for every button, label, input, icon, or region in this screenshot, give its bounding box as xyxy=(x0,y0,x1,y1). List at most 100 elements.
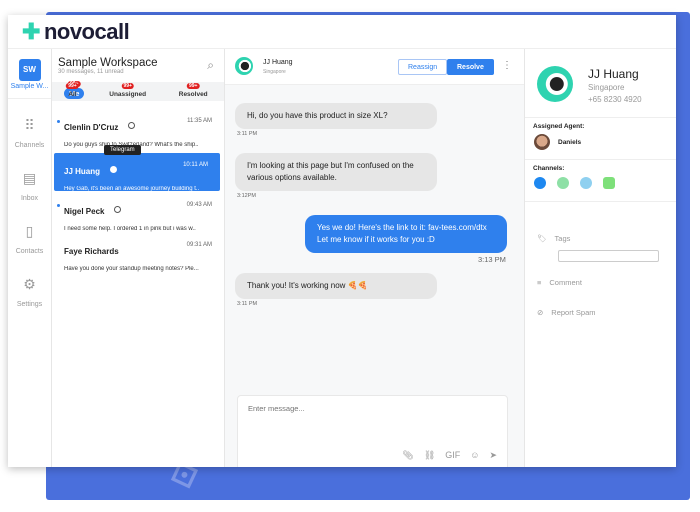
tab-badge: 99+ xyxy=(186,83,200,89)
telegram-icon[interactable] xyxy=(110,166,118,174)
tag-icon: 🏷︎ xyxy=(537,234,547,243)
send-icon[interactable]: ➤ xyxy=(489,450,497,461)
gear-icon: ⚙ xyxy=(23,276,36,292)
channel-icons xyxy=(525,172,676,194)
emoji-icon[interactable]: ☺ xyxy=(470,450,479,461)
message-time: 3:11 PM xyxy=(237,131,258,137)
workspace-avatar: SW xyxy=(18,59,41,81)
contact-name: Nigel Peck xyxy=(64,207,105,216)
messenger-icon[interactable] xyxy=(534,177,546,189)
tab-label: All xyxy=(68,91,77,98)
composer-toolbar: 📎︎ ⛓︎ GIF ☺ ➤ xyxy=(402,450,497,461)
tags-label: Tags xyxy=(554,234,571,243)
logo-icon: ✚ xyxy=(22,18,40,44)
book-icon: ▯ xyxy=(25,223,34,239)
top-bar: ✚ novocall xyxy=(8,15,676,49)
gif-button[interactable]: GIF xyxy=(445,450,460,461)
list-header: Sample Workspace 30 messages, 11 unread … xyxy=(52,49,224,82)
logo-text: novocall xyxy=(43,18,130,44)
rail-item-contacts[interactable]: ▯ Contacts xyxy=(8,223,51,258)
incoming-message: I'm looking at this page but I'm confuse… xyxy=(235,153,437,191)
conversation-item-selected[interactable]: Telegram JJ Huang 10:11 AM Hey Gab, it's be… xyxy=(54,145,220,192)
rail-label: Inbox xyxy=(20,195,39,202)
contact-name: JJ Huang xyxy=(64,167,101,176)
contact-details-panel: JJ Huang Singapore +65 8230 4920 Assigne… xyxy=(525,49,676,467)
link-icon[interactable]: ⛓︎ xyxy=(424,450,435,461)
assigned-agent-label: Assigned Agent: xyxy=(533,123,585,130)
filter-tabs: 99+Me 99+All 99+Unassigned 99+Resolved xyxy=(52,81,224,101)
logo: ✚ novocall xyxy=(22,18,130,45)
incoming-message: Hi, do you have this product in size XL? xyxy=(235,103,437,129)
tab-resolved[interactable]: 99+ Resolved xyxy=(174,83,213,99)
icon-rail: SW Sample W... ⠿ Channels ▤ Inbox ▯ Contact… xyxy=(8,49,52,467)
search-icon[interactable]: ⌕ xyxy=(207,58,214,73)
tab-badge: 99+ xyxy=(66,83,79,89)
message-input[interactable] xyxy=(248,404,488,413)
message-count: 30 messages, 11 unread xyxy=(58,69,124,75)
contact-name: Clenlin D'Cruz xyxy=(64,123,119,132)
tags-action[interactable]: 🏷︎ Tags xyxy=(537,234,570,243)
channel-icon xyxy=(128,122,136,130)
tab-all[interactable]: 99+ All xyxy=(63,83,81,99)
agent-avatar xyxy=(534,134,550,150)
tab-badge: 99+ xyxy=(121,83,134,89)
more-options-icon[interactable]: ⋮ xyxy=(502,60,512,71)
message-preview: Hey Gab, it's been an awesome journey bu… xyxy=(64,186,200,192)
message-preview: Have you done your standup meeting notes… xyxy=(64,266,199,272)
timestamp: 09:31 AM xyxy=(186,242,212,248)
paperclip-icon[interactable]: 📎︎ xyxy=(402,450,413,461)
block-icon: ⊘ xyxy=(537,308,544,317)
whatsapp-icon[interactable] xyxy=(557,177,569,189)
channels-section: Channels: xyxy=(525,159,676,194)
profile-avatar xyxy=(537,66,573,102)
unread-dot xyxy=(57,204,60,207)
grid-icon: ⠿ xyxy=(24,117,35,133)
message-time: 3:13 PM xyxy=(478,255,506,264)
comment-label: Comment xyxy=(549,278,582,287)
agent-name: Daniels xyxy=(558,138,582,146)
reassign-button[interactable]: Reassign xyxy=(398,59,448,75)
rail-item-inbox[interactable]: ▤ Inbox xyxy=(8,170,51,205)
channel-icon xyxy=(114,206,122,214)
resolve-button[interactable]: Resolve xyxy=(447,59,494,75)
outgoing-message: Yes we do! Here's the link to it: fav-te… xyxy=(305,215,507,253)
rail-item-settings[interactable]: ⚙ Settings xyxy=(8,276,51,311)
tooltip: Telegram xyxy=(104,145,141,155)
line-icon[interactable] xyxy=(603,177,615,189)
tab-label: Resolved xyxy=(178,91,208,98)
comment-action[interactable]: ≡ Comment xyxy=(537,278,582,287)
workspace-switcher[interactable]: SW Sample W... xyxy=(8,59,51,99)
message-time: 3:12PM xyxy=(237,193,256,199)
rail-label: Channels xyxy=(14,142,45,149)
profile-location: Singapore xyxy=(588,83,625,92)
message-time: 3:11 PM xyxy=(237,301,258,307)
contact-avatar xyxy=(235,57,253,75)
tab-unassigned[interactable]: 99+ Unassigned xyxy=(104,83,151,99)
unread-dot xyxy=(57,120,60,123)
incoming-message: Thank you! It's working now 🍕🍕 xyxy=(235,273,437,299)
tab-label: Unassigned xyxy=(109,91,147,98)
report-spam-action[interactable]: ⊘ Report Spam xyxy=(537,308,595,317)
comment-icon: ≡ xyxy=(537,278,542,287)
chat-contact-location: Singapore xyxy=(263,69,286,75)
chat-panel: JJ Huang Singapore Reassign Resolve ⋮ Hi… xyxy=(225,49,525,467)
timestamp: 09:43 AM xyxy=(186,202,212,208)
timestamp: 10:11 AM xyxy=(183,162,208,168)
rail-label: Contacts xyxy=(15,248,44,255)
conversation-item[interactable]: Faye Richards 09:31 AM Have you done your … xyxy=(52,233,224,272)
tags-input[interactable] xyxy=(558,250,659,262)
message-preview: Do you guys ship to Switzerland? What's … xyxy=(64,142,199,148)
conversation-item[interactable]: Nigel Peck 09:43 AM I need some help. I or… xyxy=(52,193,224,232)
telegram-icon[interactable] xyxy=(580,177,592,189)
message-preview: I need some help. I ordered 1 in pink bu… xyxy=(64,226,196,232)
chat-icon: ▤ xyxy=(22,170,37,186)
chat-contact-name: JJ Huang xyxy=(263,59,293,66)
profile-phone: +65 8230 4920 xyxy=(588,95,642,104)
actions-divider xyxy=(525,201,676,202)
workspace-label: Sample W... xyxy=(10,83,49,90)
rail-item-channels[interactable]: ⠿ Channels xyxy=(8,117,51,152)
contact-name: Faye Richards xyxy=(64,247,119,256)
conversation-item[interactable]: Clenlin D'Cruz 11:35 AM Do you guys ship t… xyxy=(52,109,224,148)
app-window: ✚ novocall SW Sample W... ⠿ Channels ▤ Inbo… xyxy=(8,15,676,467)
chat-header: JJ Huang Singapore Reassign Resolve ⋮ xyxy=(225,49,524,85)
